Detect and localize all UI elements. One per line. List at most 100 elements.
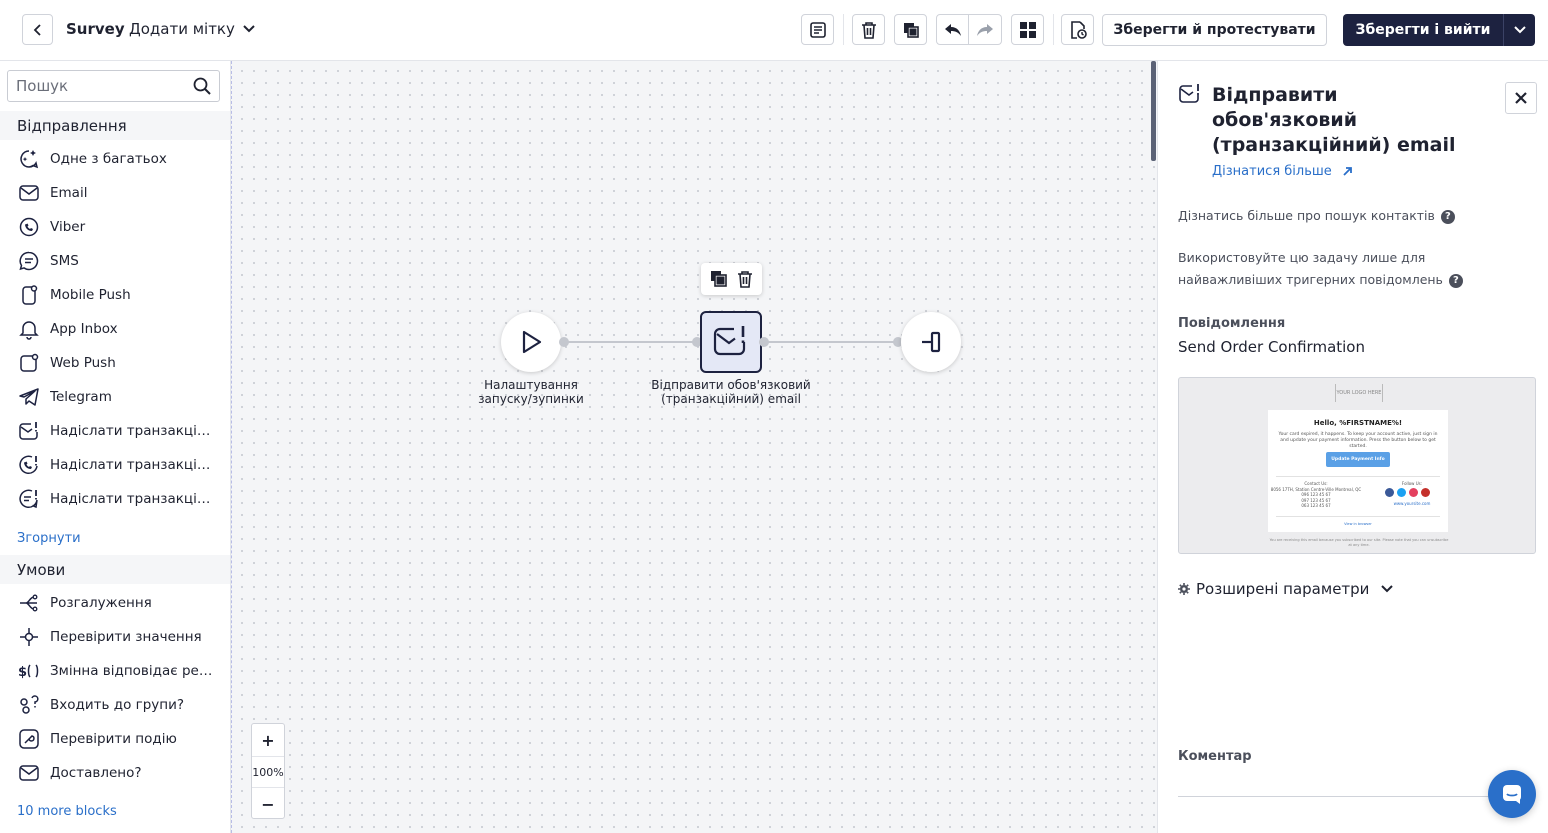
campaign-title: Survey	[66, 20, 125, 38]
add-tag-dropdown[interactable]: Додати мітку	[129, 20, 255, 38]
save-and-exit-button[interactable]: Зберегти і вийти	[1343, 14, 1535, 46]
regex-icon: $	[18, 660, 40, 682]
block-regex[interactable]: $ Змінна відповідає регу...	[0, 654, 230, 688]
auto-layout-button[interactable]	[1011, 14, 1044, 45]
copy-icon	[903, 22, 919, 38]
block-label: SMS	[50, 253, 79, 269]
section-sending[interactable]: Відправлення	[0, 111, 230, 140]
trash-icon	[861, 21, 876, 39]
branch-icon	[18, 592, 40, 614]
canvas-scrollbar[interactable]	[1151, 61, 1156, 161]
start-node[interactable]	[501, 312, 561, 372]
transactional-sms-icon	[18, 488, 40, 510]
notes-button[interactable]	[801, 14, 834, 45]
search-input[interactable]	[16, 77, 176, 95]
help-icon[interactable]: ?	[1440, 209, 1455, 224]
chat-icon	[1503, 785, 1521, 804]
search-icon[interactable]	[193, 77, 211, 95]
delete-button[interactable]	[852, 14, 885, 45]
block-one-of-many[interactable]: Одне з багатьох	[0, 142, 230, 176]
trash-icon[interactable]	[737, 270, 753, 288]
contact-search-help[interactable]: Дізнатись більше про пошук контактів?	[1178, 205, 1455, 227]
note-icon	[809, 21, 826, 38]
group-icon	[18, 694, 40, 716]
grid-icon	[1019, 21, 1036, 38]
message-value[interactable]: Send Order Confirmation	[1178, 338, 1365, 356]
transactional-email-node[interactable]	[700, 311, 762, 373]
chat-support-button[interactable]	[1488, 770, 1536, 818]
email-node-output-port[interactable]	[759, 337, 769, 347]
close-panel-button[interactable]	[1505, 82, 1537, 114]
check-value-icon	[18, 626, 40, 648]
comment-label: Коментар	[1178, 749, 1252, 764]
block-telegram[interactable]: Telegram	[0, 380, 230, 414]
preview-body: Your card expired, it happens. To keep y…	[1278, 432, 1438, 449]
comment-input[interactable]	[1178, 796, 1488, 797]
chevron-down-icon	[1513, 26, 1526, 34]
start-node-output-port[interactable]	[559, 337, 569, 347]
block-web-push[interactable]: Web Push	[0, 346, 230, 380]
block-check-value[interactable]: Перевірити значення	[0, 620, 230, 654]
block-transactional-viber[interactable]: Надіслати транзакційн...	[0, 448, 230, 482]
undo-icon	[944, 23, 961, 36]
transactional-email-icon	[18, 420, 40, 442]
block-transactional-email[interactable]: Надіслати транзакційн...	[0, 414, 230, 448]
redo-button[interactable]	[969, 14, 1002, 45]
workflow-canvas[interactable]	[231, 61, 1157, 833]
block-sms[interactable]: SMS	[0, 244, 230, 278]
block-app-inbox[interactable]: App Inbox	[0, 312, 230, 346]
play-icon	[522, 330, 542, 354]
preview-greeting: Hello, %FIRSTNAME%!	[1313, 419, 1403, 427]
section-conditions[interactable]: Умови	[0, 555, 230, 584]
block-email[interactable]: Email	[0, 176, 230, 210]
collapse-link[interactable]: Згорнути	[17, 531, 81, 546]
end-node[interactable]	[901, 312, 961, 372]
back-button[interactable]	[22, 14, 53, 45]
block-label: Надіслати транзакційн...	[50, 457, 215, 473]
block-label: Web Push	[50, 355, 116, 371]
copy-icon[interactable]	[710, 270, 728, 288]
block-label: Надіслати транзакційн...	[50, 423, 215, 439]
email-preview[interactable]: YOUR LOGO HERE Hello, %FIRSTNAME%! Your …	[1178, 377, 1536, 554]
transactional-email-icon	[1178, 83, 1202, 105]
gear-icon	[1178, 583, 1190, 595]
close-icon	[1515, 92, 1527, 104]
svg-text:$: $	[18, 665, 27, 680]
history-button[interactable]	[1061, 14, 1094, 45]
block-in-group[interactable]: Входить до групи?	[0, 688, 230, 722]
block-label: Mobile Push	[50, 287, 131, 303]
save-options-toggle[interactable]	[1503, 14, 1535, 46]
block-transactional-sms[interactable]: Надіслати транзакційн...	[0, 482, 230, 516]
preview-social-icons	[1385, 488, 1430, 497]
save-and-test-button[interactable]: Зберегти й протестувати	[1102, 14, 1327, 46]
undo-button[interactable]	[936, 14, 969, 45]
edge-email-to-end	[764, 341, 898, 343]
zoom-out-button[interactable]: −	[252, 788, 284, 820]
block-label: Розгалуження	[50, 595, 152, 611]
copy-button[interactable]	[894, 14, 927, 45]
search-box	[7, 70, 220, 102]
block-label: Email	[50, 185, 88, 201]
viber-icon	[18, 216, 40, 238]
block-branching[interactable]: Розгалуження	[0, 586, 230, 620]
transactional-viber-icon	[18, 454, 40, 476]
zoom-level: 100%	[252, 756, 284, 788]
advanced-settings-toggle[interactable]: Розширені параметри	[1178, 580, 1394, 598]
learn-more-link[interactable]: Дізнатися більше	[1212, 164, 1353, 179]
more-blocks-link[interactable]: 10 more blocks	[17, 804, 117, 819]
block-mobile-push[interactable]: Mobile Push	[0, 278, 230, 312]
mobile-push-icon	[18, 284, 40, 306]
top-bar: Survey Додати мітку Зберегти й протестув…	[0, 0, 1548, 61]
add-tag-label: Додати мітку	[129, 20, 235, 38]
envelope-icon	[18, 182, 40, 204]
node-actions-toolbar	[701, 263, 762, 295]
block-viber[interactable]: Viber	[0, 210, 230, 244]
help-icon[interactable]: ?	[1448, 273, 1463, 288]
preview-contact: Contact Us: 8056 17TH, Station Centre-Vi…	[1270, 481, 1362, 508]
edge-start-to-email	[564, 341, 700, 343]
zoom-in-button[interactable]: +	[252, 724, 284, 756]
block-delivered[interactable]: Доставлено?	[0, 756, 230, 790]
message-label: Повідомлення	[1178, 316, 1286, 331]
start-node-label: Налаштування запуску/зупинки	[478, 378, 584, 406]
block-check-event[interactable]: Перевірити подію	[0, 722, 230, 756]
